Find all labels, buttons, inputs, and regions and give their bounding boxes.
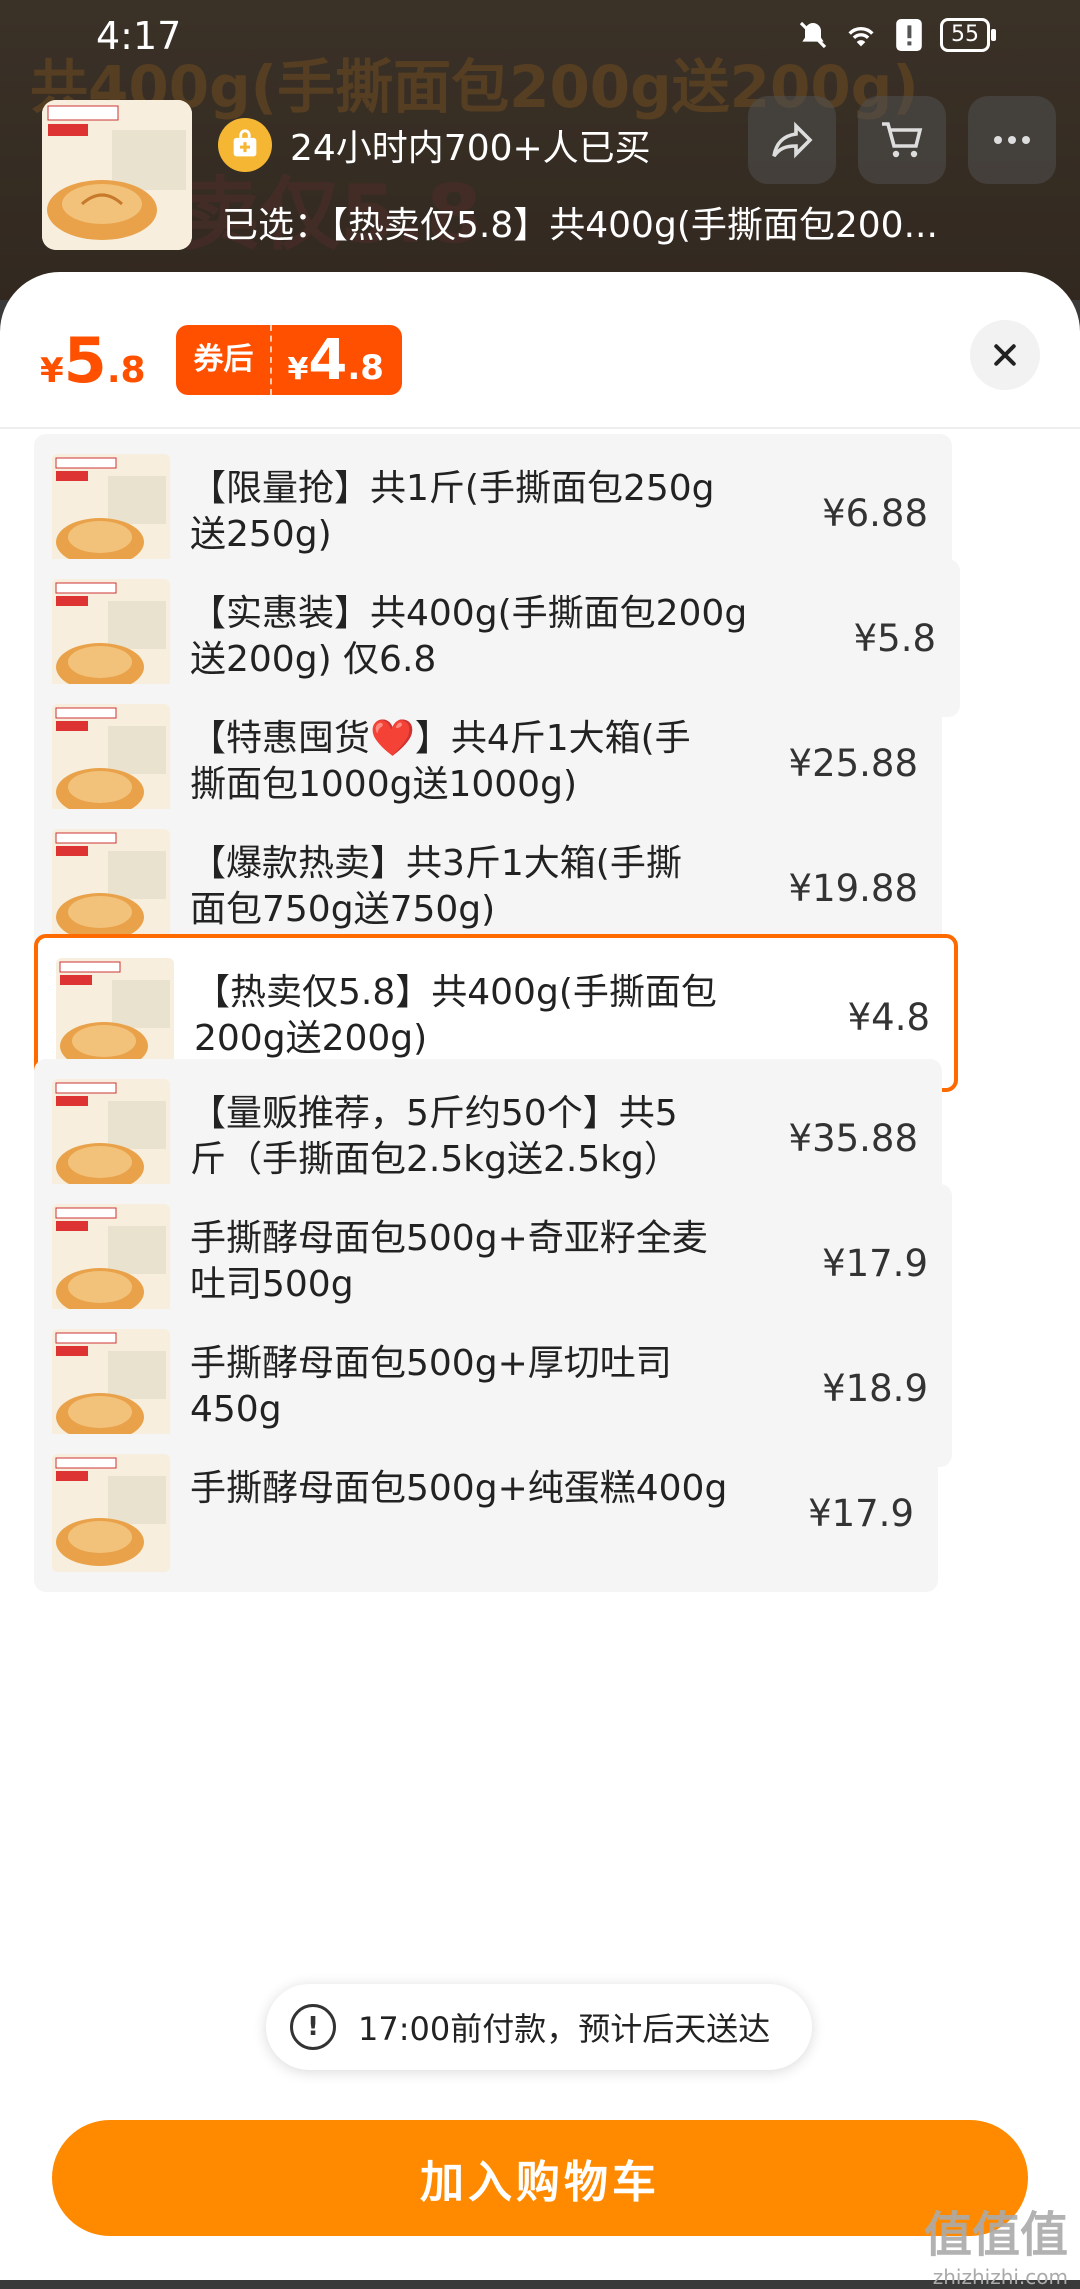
wifi-icon bbox=[844, 18, 878, 52]
sku-option-thumbnail bbox=[52, 704, 170, 822]
close-button[interactable] bbox=[970, 320, 1040, 390]
sku-option-thumbnail bbox=[52, 454, 170, 572]
share-icon bbox=[772, 121, 813, 159]
sku-option-label: 【特惠囤货❤️】共4斤1大箱(手 撕面包1000g送1000g) bbox=[190, 718, 691, 805]
sku-option-label: 【量贩推荐，5斤约50个】共5 斤（手撕面包2.5kg送2.5kg） bbox=[190, 1093, 680, 1180]
coupon-decimal: .8 bbox=[347, 347, 384, 388]
more-button[interactable] bbox=[968, 96, 1056, 184]
alert-icon bbox=[892, 18, 926, 52]
sku-option-label: 手撕酵母面包500g+纯蛋糕400g bbox=[190, 1468, 728, 1509]
sku-option-label: 【实惠装】共400g(手撕面包200g 送200g) 仅6.8 bbox=[190, 593, 748, 680]
sku-option-label: 手撕酵母面包500g+厚切吐司 450g bbox=[190, 1343, 672, 1430]
cart-nav-button[interactable] bbox=[858, 96, 946, 184]
original-price: ¥ 5 .8 bbox=[40, 324, 146, 397]
sku-option[interactable]: 手撕酵母面包500g+纯蛋糕400g ¥17.9 bbox=[34, 1434, 938, 1592]
sku-option-thumbnail bbox=[52, 1454, 170, 1572]
sku-option-label: 手撕酵母面包500g+奇亚籽全麦 吐司500g bbox=[190, 1218, 708, 1305]
coupon-price: ¥ 4 .8 bbox=[272, 328, 402, 393]
price-decimal: .8 bbox=[106, 349, 146, 391]
watermark: 值值值 zhizhizhi.com bbox=[924, 2195, 1068, 2289]
hot-sales-row: 24小时内700+人已买 bbox=[218, 118, 651, 172]
sku-option-price: ¥35.88 bbox=[788, 1117, 918, 1160]
watermark-sub: zhizhizhi.com bbox=[932, 2265, 1068, 2289]
status-bar: 4:17 55 bbox=[0, 0, 1080, 70]
sku-option-price: ¥18.9 bbox=[822, 1367, 928, 1410]
sku-option-price: ¥17.9 bbox=[808, 1492, 914, 1535]
info-icon: ! bbox=[290, 2004, 336, 2050]
sku-option-price: ¥5.8 bbox=[853, 617, 936, 660]
sku-option-list[interactable]: 【限量抢】共1斤(手撕面包250g 送250g) ¥6.88 【实惠装】共400g(手… bbox=[0, 429, 1080, 2089]
hot-sales-icon bbox=[218, 118, 272, 172]
price-row: ¥ 5 .8 券后 ¥ 4 .8 bbox=[40, 320, 402, 400]
sku-option-price: ¥25.88 bbox=[788, 742, 918, 785]
bell-muted-icon bbox=[796, 18, 830, 52]
sku-option-label: 【限量抢】共1斤(手撕面包250g 送250g) bbox=[190, 468, 715, 555]
hot-sales-text: 24小时内700+人已买 bbox=[290, 128, 651, 169]
price-currency: ¥ bbox=[40, 350, 64, 391]
sku-option-price: ¥6.88 bbox=[822, 492, 928, 535]
sku-option-label: 【热卖仅5.8】共400g(手撕面包 200g送200g) bbox=[194, 972, 717, 1059]
sku-option-thumbnail bbox=[52, 1204, 170, 1322]
status-icons: 55 bbox=[796, 18, 996, 52]
coupon-label: 券后 bbox=[176, 325, 272, 395]
coupon-currency: ¥ bbox=[287, 351, 309, 387]
price-integer: 5 bbox=[63, 323, 107, 397]
sku-option-price: ¥17.9 bbox=[822, 1242, 928, 1285]
battery-indicator: 55 bbox=[940, 18, 996, 52]
watermark-main: 值值值 bbox=[923, 2207, 1068, 2263]
sku-option-thumbnail bbox=[52, 1329, 170, 1447]
sku-option-thumbnail bbox=[52, 829, 170, 947]
delivery-toast: ! 17:00前付款，预计后天送达 bbox=[266, 1984, 812, 2070]
sku-option-price: ¥4.8 bbox=[847, 996, 930, 1039]
more-icon bbox=[994, 136, 1030, 144]
coupon-integer: 4 bbox=[308, 327, 348, 393]
sku-selector-sheet: ¥ 5 .8 券后 ¥ 4 .8 【限量抢】共1斤(手撕面包250g 送250g)… bbox=[0, 272, 1080, 2280]
sku-option-label: 【爆款热卖】共3斤1大箱(手撕 面包750g送750g) bbox=[190, 843, 682, 930]
close-icon bbox=[994, 344, 1016, 366]
toast-text: 17:00前付款，预计后天送达 bbox=[358, 2010, 771, 2048]
cart-icon bbox=[882, 122, 923, 158]
selected-variant-text: 已选：【热卖仅5.8】共400g(手撕面包200... bbox=[222, 205, 938, 246]
add-to-cart-button[interactable]: 加入购物车 bbox=[52, 2120, 1028, 2236]
sku-option-thumbnail bbox=[52, 1079, 170, 1197]
status-time: 4:17 bbox=[96, 14, 182, 58]
sku-option-thumbnail bbox=[52, 579, 170, 697]
coupon-price-badge: 券后 ¥ 4 .8 bbox=[175, 325, 402, 395]
selected-product-thumbnail[interactable] bbox=[42, 100, 192, 250]
share-button[interactable] bbox=[748, 96, 836, 184]
sku-option-price: ¥19.88 bbox=[788, 867, 918, 910]
